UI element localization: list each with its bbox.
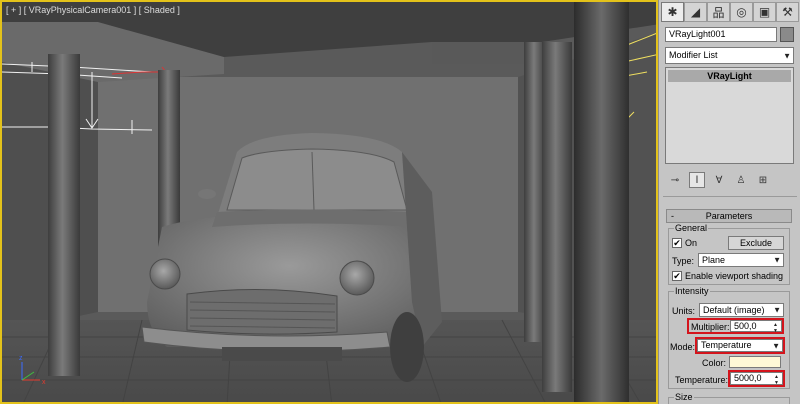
remove-modifier-icon[interactable]: ♙ bbox=[733, 172, 749, 188]
viewport-shading-checkbox[interactable]: ✔ bbox=[672, 271, 682, 281]
parameters-rollout-header[interactable]: - Parameters bbox=[666, 209, 792, 223]
modifier-list-label: Modifier List bbox=[669, 50, 718, 60]
type-label: Type: bbox=[672, 256, 695, 266]
temperature-label: Temperature: bbox=[675, 375, 729, 385]
intensity-group-title: Intensity bbox=[674, 286, 710, 296]
create-tab[interactable]: ✱ bbox=[661, 2, 684, 22]
perspective-viewport[interactable]: [ + ] [ VRayPhysicalCamera001 ] [ Shaded… bbox=[0, 0, 658, 404]
stack-toolbar: ⊸ Ⅰ ∀ ♙ ⊞ bbox=[667, 170, 793, 190]
rollout-collapse-icon: - bbox=[671, 211, 674, 221]
spinner-arrows-icon[interactable]: ▲ ▼ bbox=[774, 374, 781, 386]
star-icon: ✱ bbox=[667, 5, 678, 19]
temperature-value: 5000,0 bbox=[734, 373, 762, 383]
spinner-arrows-icon[interactable]: ▲ ▼ bbox=[773, 322, 780, 334]
utilities-tab[interactable]: ⚒ bbox=[776, 2, 799, 22]
chevron-down-icon: ▼ bbox=[772, 341, 780, 350]
svg-text:x: x bbox=[42, 379, 46, 386]
hierarchy-icon: 品 bbox=[712, 5, 725, 20]
general-group-title: General bbox=[674, 223, 709, 233]
pin-stack-icon[interactable]: ⊸ bbox=[667, 172, 683, 188]
object-name-field[interactable]: VRayLight001 bbox=[665, 27, 777, 42]
modifier-stack[interactable]: VRayLight bbox=[665, 67, 794, 164]
hierarchy-tab[interactable]: 品 bbox=[707, 2, 730, 22]
make-unique-icon[interactable]: ∀ bbox=[711, 172, 727, 188]
panel-divider bbox=[663, 196, 797, 197]
display-tab[interactable]: ▣ bbox=[753, 2, 776, 22]
type-value: Plane bbox=[702, 255, 726, 265]
on-label: On bbox=[685, 238, 698, 248]
chevron-down-icon: ▼ bbox=[783, 51, 791, 60]
exclude-button[interactable]: Exclude bbox=[728, 236, 784, 250]
multiplier-value: 500,0 bbox=[734, 321, 757, 331]
object-color-swatch[interactable] bbox=[780, 27, 794, 42]
multiplier-spinner[interactable]: 500,0 ▲ ▼ bbox=[730, 320, 782, 334]
chevron-down-icon: ▼ bbox=[773, 305, 781, 315]
show-end-result-icon[interactable]: Ⅰ bbox=[689, 172, 705, 188]
color-swatch[interactable] bbox=[729, 356, 781, 368]
viewport-label[interactable]: [ + ] [ VRayPhysicalCamera001 ] [ Shaded… bbox=[6, 5, 180, 15]
svg-text:z: z bbox=[19, 355, 23, 362]
units-label: Units: bbox=[672, 306, 696, 316]
mode-label: Mode: bbox=[670, 342, 696, 352]
motion-icon: ◎ bbox=[736, 5, 747, 19]
display-icon: ▣ bbox=[758, 5, 771, 19]
size-group: Size bbox=[668, 392, 790, 404]
scene-render: z x bbox=[2, 2, 656, 402]
hammer-icon: ⚒ bbox=[782, 5, 793, 19]
color-label: Color: bbox=[702, 358, 727, 368]
multiplier-label: Multiplier: bbox=[691, 322, 730, 332]
modify-tab[interactable]: ◢ bbox=[684, 2, 707, 22]
units-dropdown[interactable]: Default (image) ▼ bbox=[699, 303, 784, 317]
modifier-list-dropdown[interactable]: Modifier List ▼ bbox=[665, 47, 794, 64]
stack-item-vraylight[interactable]: VRayLight bbox=[668, 70, 791, 82]
on-checkbox[interactable]: ✔ bbox=[672, 238, 682, 248]
temperature-spinner[interactable]: 5000,0 ▲ ▼ bbox=[730, 372, 783, 386]
motion-tab[interactable]: ◎ bbox=[730, 2, 753, 22]
chevron-down-icon: ▼ bbox=[773, 255, 781, 265]
rollout-title: Parameters bbox=[705, 211, 753, 221]
type-dropdown[interactable]: Plane ▼ bbox=[698, 253, 784, 267]
mode-dropdown[interactable]: Temperature ▼ bbox=[697, 339, 783, 352]
command-panel-tabs: ✱ ◢ 品 ◎ ▣ ⚒ bbox=[661, 2, 799, 22]
viewport-shading-label: Enable viewport shading bbox=[685, 271, 784, 281]
configure-modifier-sets-icon[interactable]: ⊞ bbox=[755, 172, 771, 188]
mode-value: Temperature bbox=[701, 340, 752, 350]
units-value: Default (image) bbox=[703, 305, 765, 315]
size-group-title: Size bbox=[674, 392, 694, 402]
modify-icon: ◢ bbox=[690, 5, 701, 19]
